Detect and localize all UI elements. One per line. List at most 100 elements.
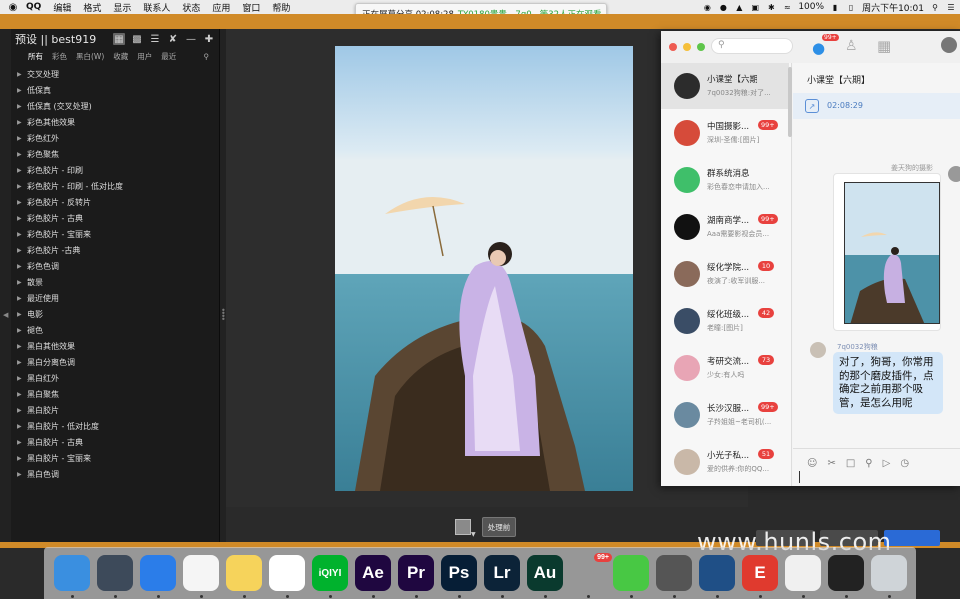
qq-tray-icon[interactable]: ● [718, 2, 728, 12]
preset-item[interactable]: ▶ 最近使用 [11, 290, 219, 306]
main-photo[interactable] [335, 46, 633, 491]
conversation-item[interactable]: 小光子私... 爱的供养:你的QQ... 51 [661, 439, 789, 485]
preset-item[interactable]: ▶ 黑白聚焦 [11, 386, 219, 402]
preset-item[interactable]: ▶ 彩色胶片 - 古典 [11, 210, 219, 226]
menu-edit[interactable]: 编辑 [47, 1, 77, 14]
capture-icon[interactable] [656, 555, 692, 591]
input-source-icon[interactable]: ▯ [846, 2, 856, 12]
emoji-icon[interactable]: ☺ [807, 458, 817, 478]
chat-input[interactable] [793, 478, 960, 486]
tab-all[interactable]: 所有 [28, 51, 43, 62]
text-message[interactable]: 对了，狗哥，你常用的那个磨皮插件，点确定之前用那个吸管，是怎么用呢 [833, 352, 943, 414]
screen-share-strip[interactable]: ↗ 02:08:29 [793, 93, 960, 119]
sender-avatar[interactable] [810, 342, 826, 358]
preset-item[interactable]: ▶ 黑白胶片 - 低对比度 [11, 418, 219, 434]
conversation-item[interactable]: 绥化学院... 夜演了:收军训服... 10 [661, 251, 789, 297]
launchpad-icon[interactable] [97, 555, 133, 591]
display-icon[interactable]: ▣ [750, 2, 760, 12]
xmp-file-icon[interactable] [785, 555, 821, 591]
preset-item[interactable]: ▶ 交叉处理 [11, 66, 219, 82]
disclosure-triangle-icon[interactable]: ▶ [17, 311, 27, 318]
scissors-icon[interactable]: ✂ [827, 458, 835, 478]
photos-icon[interactable] [269, 555, 305, 591]
battery-icon[interactable]: ▮ [830, 2, 840, 12]
close-window-icon[interactable] [669, 43, 677, 51]
preset-item[interactable]: ▶ 黑白胶片 [11, 402, 219, 418]
notes-icon[interactable] [226, 555, 262, 591]
preset-item[interactable]: ▶ 黑白红外 [11, 370, 219, 386]
finder-icon[interactable] [54, 555, 90, 591]
disclosure-triangle-icon[interactable]: ▶ [17, 263, 27, 270]
wechat-icon[interactable] [613, 555, 649, 591]
spotlight-icon[interactable]: ⚲ [930, 2, 940, 12]
preset-item[interactable]: ▶ 黑白胶片 - 古典 [11, 434, 219, 450]
minimize-window-icon[interactable] [683, 43, 691, 51]
reminders-icon[interactable] [183, 555, 219, 591]
contacts-icon[interactable]: ♙ [845, 38, 858, 54]
disclosure-triangle-icon[interactable]: ▶ [17, 119, 27, 126]
disclosure-triangle-icon[interactable]: ▶ [17, 215, 27, 222]
microphone-icon[interactable]: ⚲ [865, 458, 872, 478]
apply-button[interactable] [884, 530, 940, 546]
tab-color[interactable]: 彩色 [52, 51, 67, 62]
disclosure-triangle-icon[interactable]: ▶ [17, 151, 27, 158]
disclosure-triangle-icon[interactable]: ▶ [17, 199, 27, 206]
conversation-item[interactable]: 湖南商学... Aaa需要影视会员... 99+ [661, 204, 789, 250]
list-view-icon[interactable]: ☰ [149, 33, 161, 45]
preset-item[interactable]: ▶ 彩色胶片 - 印刷 [11, 162, 219, 178]
history-icon[interactable]: ◷ [900, 458, 909, 478]
grid-small-icon[interactable]: ▩ [131, 33, 143, 45]
menu-contacts[interactable]: 联系人 [137, 1, 176, 14]
chevron-down-icon[interactable]: ▼ [471, 531, 476, 538]
preset-item[interactable]: ▶ 彩色聚焦 [11, 146, 219, 162]
preset-item[interactable]: ▶ 黑白胶片 - 宝丽来 [11, 450, 219, 466]
video-icon[interactable]: ▷ [883, 458, 891, 478]
tab-user[interactable]: 用户 [137, 51, 152, 62]
grid-large-icon[interactable]: ▦ [113, 33, 125, 45]
preset-item[interactable]: ▶ 彩色色调 [11, 258, 219, 274]
preset-item[interactable]: ▶ 电影 [11, 306, 219, 322]
audition-icon[interactable]: Au [527, 555, 563, 591]
trash-icon[interactable] [871, 555, 907, 591]
conversation-item[interactable]: 考研交流... 少女:有人吗 73 [661, 345, 789, 391]
safari-icon[interactable] [140, 555, 176, 591]
preset-item[interactable]: ▶ 黑白其他效果 [11, 338, 219, 354]
minus-icon[interactable]: — [185, 33, 197, 45]
preset-item[interactable]: ▶ 低保真 (交叉处理) [11, 98, 219, 114]
clock[interactable]: 周六下午10:01 [862, 1, 924, 14]
wifi-icon[interactable]: ≈ [782, 2, 792, 12]
preset-item[interactable]: ▶ 散景 [11, 274, 219, 290]
disclosure-triangle-icon[interactable]: ▶ [17, 343, 27, 350]
conversation-item[interactable]: 中国摄影... 深圳-圣儒:[图片] 99+ [661, 110, 789, 156]
conversation-item[interactable]: 小课堂【六期】 7q0032狗粮:对了... [661, 63, 789, 109]
disclosure-triangle-icon[interactable]: ▶ [17, 87, 27, 94]
premiere-icon[interactable]: Pr [398, 555, 434, 591]
conversation-item[interactable]: 长沙汉服... 子羚姐姐~老司机(... 99+ [661, 392, 789, 438]
conversation-item[interactable]: 绥化班级... 老瞳:[图片] 42 [661, 298, 789, 344]
disclosure-triangle-icon[interactable]: ▶ [17, 135, 27, 142]
folder-icon[interactable]: □ [846, 458, 855, 478]
photoshop-icon[interactable]: Ps [441, 555, 477, 591]
menu-apps[interactable]: 应用 [206, 1, 236, 14]
disclosure-triangle-icon[interactable]: ▶ [17, 183, 27, 190]
messages-tab[interactable]: ● 99+ [812, 34, 839, 57]
disclosure-triangle-icon[interactable]: ▶ [17, 279, 27, 286]
preset-item[interactable]: ▶ 低保真 [11, 82, 219, 98]
sender-avatar[interactable] [948, 166, 960, 182]
divider-grip-icon[interactable]: • • • • [221, 307, 226, 324]
disclosure-triangle-icon[interactable]: ▶ [17, 423, 27, 430]
adobe-icon[interactable]: ▲ [734, 2, 744, 12]
record-icon[interactable]: ◉ [702, 2, 712, 12]
user-avatar[interactable] [941, 37, 957, 53]
after-effects-icon[interactable]: Ae [355, 555, 391, 591]
preset-item[interactable]: ▶ 黑白色调 [11, 466, 219, 482]
preset-item[interactable]: ▶ 褪色 [11, 322, 219, 338]
apps-grid-icon[interactable]: ▦ [877, 37, 891, 55]
preset-item[interactable]: ▶ 彩色胶片 - 印刷 - 低对比度 [11, 178, 219, 194]
disclosure-triangle-icon[interactable]: ▶ [17, 375, 27, 382]
disclosure-triangle-icon[interactable]: ▶ [17, 439, 27, 446]
background-color-swatch[interactable] [455, 519, 471, 535]
menu-status[interactable]: 状态 [176, 1, 206, 14]
disclosure-triangle-icon[interactable]: ▶ [17, 71, 27, 78]
before-button[interactable]: 处理前 [482, 517, 516, 537]
